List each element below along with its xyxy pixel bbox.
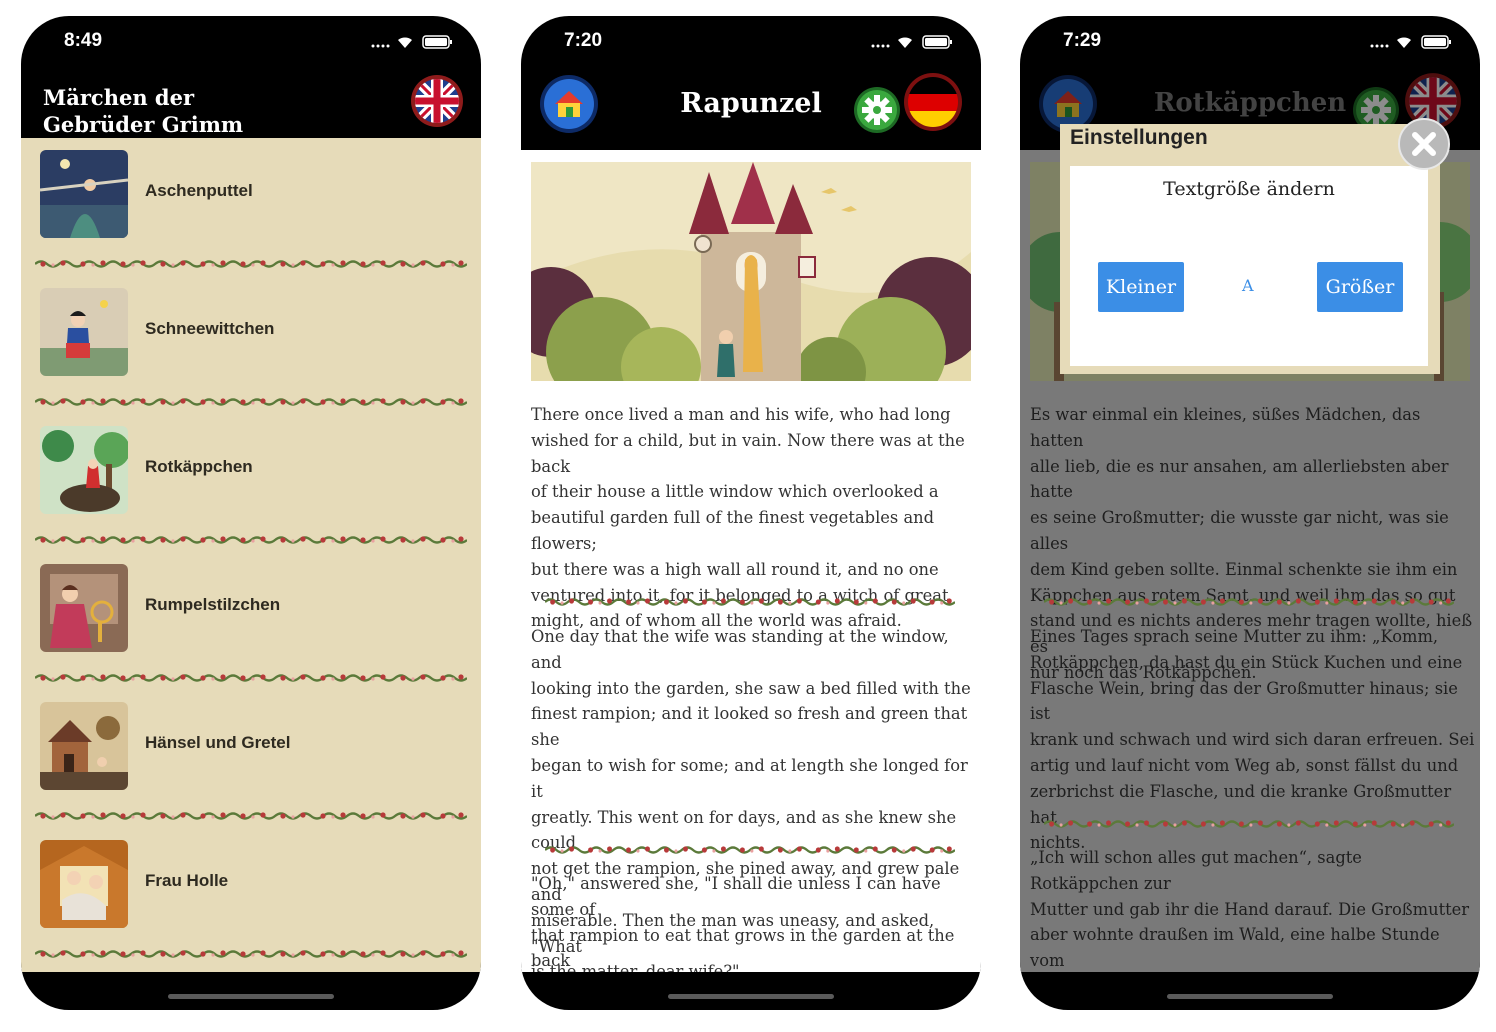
garland-divider bbox=[35, 258, 467, 270]
garland-divider bbox=[545, 596, 955, 608]
phone-story-list: 8:49 Märchen der Gebrüder Grimm Aschenpu… bbox=[21, 16, 481, 1010]
smaller-text-button[interactable]: Kleiner bbox=[1098, 262, 1184, 312]
frau-holle-thumb bbox=[40, 840, 128, 928]
story-content[interactable]: There once lived a man and his wife, who… bbox=[521, 150, 981, 972]
german-flag-language-icon[interactable] bbox=[903, 72, 963, 132]
rapunzel-illustration bbox=[531, 162, 971, 381]
text-size-label: Textgröße ändern bbox=[1163, 178, 1335, 200]
red-riding-hood-thumb bbox=[40, 426, 128, 514]
snow-white-thumb bbox=[40, 288, 128, 376]
status-bar: 7:29 bbox=[1020, 16, 1480, 66]
gear-icon[interactable] bbox=[853, 86, 901, 134]
bigger-text-button[interactable]: Größer bbox=[1317, 262, 1403, 312]
status-icons bbox=[367, 34, 457, 50]
garland-divider bbox=[1044, 818, 1454, 830]
home-indicator[interactable] bbox=[168, 994, 334, 999]
list-item[interactable]: Frau Holle bbox=[21, 828, 481, 932]
home-icon[interactable] bbox=[539, 74, 599, 134]
list-item[interactable]: Rotkäppchen bbox=[21, 414, 481, 518]
garland-divider bbox=[35, 672, 467, 684]
story-paragraph: "Oh," answered she, "I shall die unless … bbox=[531, 874, 955, 971]
garland-divider bbox=[545, 844, 955, 856]
story-header: Rapunzel bbox=[521, 66, 981, 150]
text-size-sample: A bbox=[1242, 276, 1254, 295]
status-time: 7:29 bbox=[1063, 30, 1102, 51]
garland-divider bbox=[35, 810, 467, 822]
story-title: Schneewittchen bbox=[145, 319, 275, 338]
story-title: Frau Holle bbox=[145, 871, 229, 890]
story-list: Aschenputtel Schneewittchen Rotkäppchen … bbox=[21, 138, 481, 972]
modal-body: Textgröße ändern Kleiner A Größer bbox=[1070, 166, 1428, 366]
list-item[interactable]: Hänsel und Gretel bbox=[21, 690, 481, 794]
status-time: 8:49 bbox=[64, 30, 103, 51]
app-title: Märchen der Gebrüder Grimm bbox=[43, 85, 244, 137]
garland-divider bbox=[35, 396, 467, 408]
home-indicator[interactable] bbox=[1167, 994, 1333, 999]
garland-divider bbox=[35, 948, 467, 960]
story-title: Rotkäppchen bbox=[145, 457, 253, 476]
status-icons bbox=[867, 34, 957, 50]
status-bar: 7:20 bbox=[521, 16, 981, 66]
list-item[interactable]: Rumpelstilzchen bbox=[21, 552, 481, 656]
list-item[interactable]: Schneewittchen bbox=[21, 276, 481, 380]
garland-divider bbox=[35, 534, 467, 546]
story-title: Rumpelstilzchen bbox=[145, 595, 281, 614]
hansel-gretel-thumb bbox=[40, 702, 128, 790]
story-paragraph: „Ich will schon alles gut machen“, sagte… bbox=[1030, 848, 1470, 971]
uk-flag-language-icon[interactable] bbox=[410, 74, 464, 128]
status-bar: 8:49 bbox=[21, 16, 481, 66]
home-indicator[interactable] bbox=[668, 994, 834, 999]
story-title: Aschenputtel bbox=[145, 181, 253, 200]
status-time: 7:20 bbox=[564, 30, 603, 51]
status-icons bbox=[1366, 34, 1456, 50]
story-title: Hänsel und Gretel bbox=[145, 733, 291, 752]
rumpelstiltskin-thumb bbox=[40, 564, 128, 652]
close-icon[interactable] bbox=[1398, 118, 1450, 170]
story-title: Rapunzel bbox=[680, 88, 822, 119]
list-item[interactable]: Aschenputtel bbox=[21, 138, 481, 242]
phone-story-reader: 7:20 Rapunzel There once lived a man and… bbox=[521, 16, 981, 1010]
cinderella-thumb bbox=[40, 150, 128, 238]
modal-title: Einstellungen bbox=[1070, 126, 1208, 149]
app-header: Märchen der Gebrüder Grimm bbox=[21, 66, 481, 138]
garland-divider bbox=[1044, 596, 1454, 608]
settings-modal: Einstellungen Textgröße ändern Kleiner A… bbox=[1060, 124, 1440, 374]
phone-settings-modal: 7:29 Rotkäppchen Es war einmal ein klein… bbox=[1020, 16, 1480, 1010]
